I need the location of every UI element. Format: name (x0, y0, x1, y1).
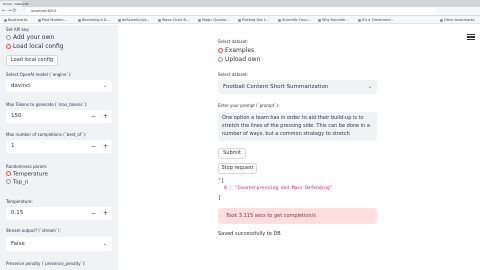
bookmark-item[interactable]: Bookmarks (4, 16, 28, 24)
stop-request-button[interactable]: Stop request (218, 163, 257, 174)
bookmark-item[interactable]: Other bookmarks (440, 16, 474, 24)
radio-label: Load local config (13, 43, 64, 50)
decrement-button[interactable]: − (88, 207, 99, 220)
engine-select[interactable]: davinci ⌄ (6, 80, 112, 92)
prompt-textarea[interactable]: One option a team has in order to aid th… (218, 112, 377, 141)
radio-examples[interactable]: Examples (218, 47, 254, 54)
bookmark-item[interactable]: Why Kaumbh... (318, 16, 349, 24)
bookmark-item[interactable]: Wave Chart B... (158, 16, 189, 24)
example-label: Select dataset: (218, 72, 249, 77)
bookmark-item[interactable]: Magic Quadra... (198, 16, 230, 24)
radio-label: Top_n (13, 179, 29, 186)
increment-button[interactable]: + (100, 207, 111, 220)
chevron-down-icon: ⌄ (102, 83, 107, 89)
radio-label: Temperature (13, 171, 48, 178)
radio-temperature[interactable]: Temperature (6, 171, 48, 178)
increment-button[interactable]: + (100, 140, 111, 153)
hamburger-menu-icon[interactable] (467, 34, 475, 40)
nav-arrows-icon[interactable]: ←→⟳ (2, 8, 18, 15)
max-tokens-value: 150 (11, 113, 22, 119)
radio-upload-own[interactable]: Upload own (218, 56, 260, 63)
prompt-line: number of ways, but a common strategy to… (222, 131, 350, 137)
radio-load-local[interactable]: Load local config (6, 43, 64, 50)
radio-label: Add your own (13, 34, 55, 41)
json-open: "[ (218, 178, 225, 184)
main-content: Select dataset: Examples Upload own Sele… (118, 25, 480, 270)
radio-icon (6, 179, 11, 184)
temperature-input[interactable]: 0.15 − + (6, 207, 112, 220)
submit-button[interactable]: Submit (218, 148, 246, 159)
best-of-value: 1 (11, 143, 15, 149)
bookmark-item[interactable]: Scientific Foun... (278, 16, 311, 24)
radio-top-n[interactable]: Top_n (6, 179, 29, 186)
bookmark-item[interactable]: deSolveScript... (118, 16, 149, 24)
stream-value: False (11, 241, 25, 247)
radio-icon (218, 56, 223, 62)
sidebar: Set API key: Add your own Load local con… (0, 25, 118, 270)
browser-tab-bar: Home - Streamlit × (0, 0, 480, 7)
example-value: Football Content Short Summarization (223, 84, 329, 90)
stream-label: Stream output? (`stream`): (6, 228, 61, 233)
bookmark-item[interactable]: Becoming a D... (78, 16, 110, 24)
decrement-button[interactable]: − (88, 140, 99, 153)
max-tokens-label: Max Tokens to generate (`max_tokens`): (6, 102, 88, 107)
temperature-label: Temperature: (6, 199, 33, 204)
bookmark-item[interactable]: Post Modern... (38, 16, 67, 24)
prompt-label: Enter your prompt (`prompt`): (218, 103, 280, 108)
load-config-button[interactable]: Load local config (6, 55, 58, 66)
prompt-line: One option a team has in order to aid th… (222, 115, 364, 121)
bookmark-item[interactable]: Plotting Dat t... (238, 16, 269, 24)
radio-label: Examples (225, 47, 255, 54)
radio-icon (6, 34, 11, 40)
saved-message: Saved successfully to DB (218, 231, 281, 237)
chevron-down-icon: ⌄ (102, 241, 107, 247)
presence-penalty-label: Presence penalty (`presence_penalty`): (6, 261, 86, 266)
best-of-label: Max number of completions (`best_of`): (6, 132, 87, 137)
increment-button[interactable]: + (100, 110, 111, 123)
example-select[interactable]: Football Content Short Summarization ⌄ (218, 80, 377, 94)
decrement-button[interactable]: − (88, 110, 99, 123)
prompt-line: stretch the lines of the pressing side. … (222, 123, 370, 129)
json-entry: 0 : "Counterpressing and Mass Defending" (224, 186, 333, 191)
api-key-label: Set API key: (6, 27, 30, 32)
timing-alert-text: Took 3.115 secs to get completion/s (226, 213, 316, 219)
randomness-label: Randomness param: (6, 164, 48, 169)
engine-value: davinci (11, 83, 31, 89)
radio-label: Upload own (225, 56, 261, 63)
radio-icon (218, 47, 223, 53)
radio-icon (6, 43, 11, 49)
temperature-value: 0.15 (11, 210, 24, 216)
chevron-down-icon: ⌄ (367, 84, 372, 90)
radio-add-own[interactable]: Add your own (6, 34, 54, 41)
best-of-input[interactable]: 1 − + (6, 140, 112, 153)
address-bar: ←→⟳ localhost:8501 (0, 7, 480, 16)
bookmark-item[interactable]: It's a Timeframe... (358, 16, 394, 24)
engine-label: Select OpenAI model (`engine`): (6, 72, 72, 77)
timing-alert: Took 3.115 secs to get completion/s (218, 208, 377, 224)
dataset-label: Select dataset: (218, 39, 249, 44)
url-text: localhost:8501 (31, 9, 57, 13)
stream-select[interactable]: False ⌄ (6, 237, 112, 251)
radio-icon (6, 171, 11, 176)
json-close: ] (218, 195, 222, 201)
max-tokens-input[interactable]: 150 − + (6, 110, 112, 123)
bookmarks-bar: Bookmarks Post Modern... Becoming a D...… (0, 16, 480, 24)
url-field[interactable]: localhost:8501 (26, 8, 436, 15)
